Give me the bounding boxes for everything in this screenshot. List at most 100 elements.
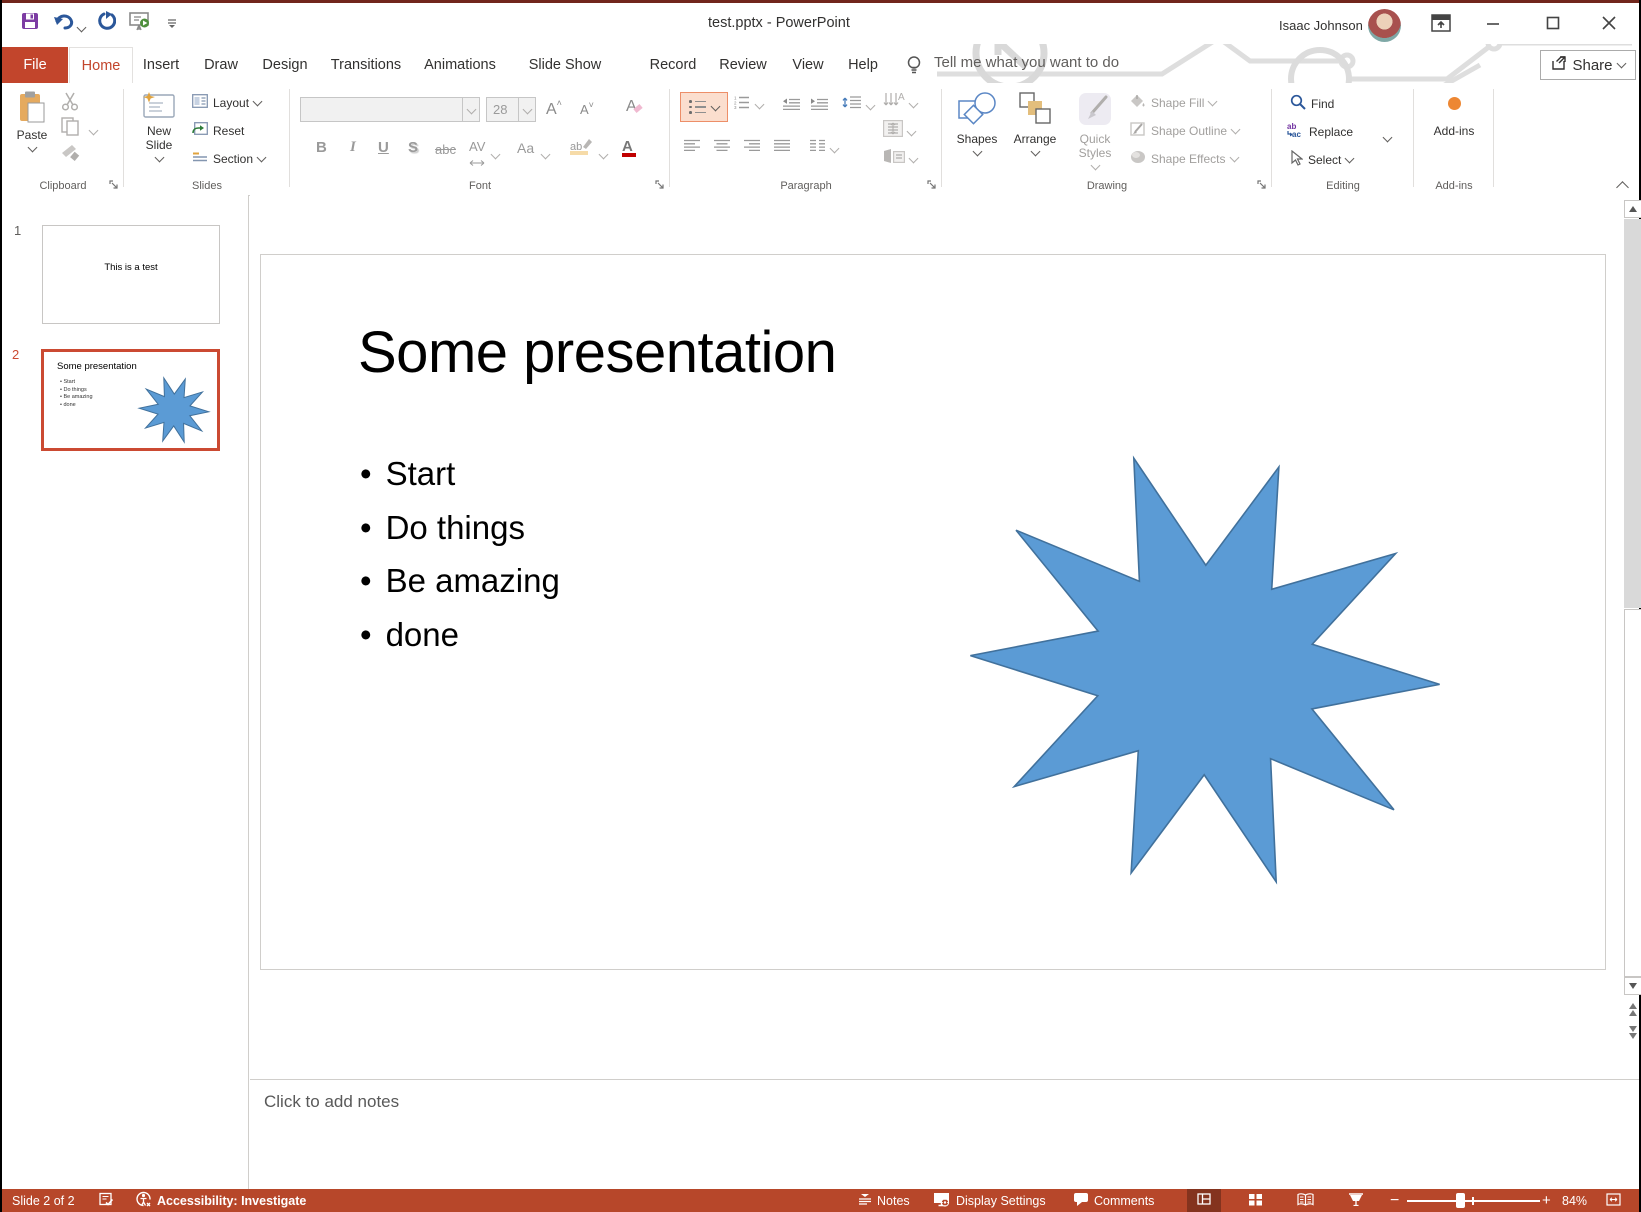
text-shadow-button[interactable]: S	[408, 139, 418, 156]
paragraph-dialog-launcher[interactable]	[926, 179, 938, 191]
select-button[interactable]: Select	[1290, 150, 1353, 169]
tab-home[interactable]: Home	[69, 47, 133, 83]
zoom-in-button[interactable]: +	[1542, 1189, 1551, 1212]
addins-button[interactable]: Add-ins	[1426, 97, 1482, 138]
display-settings-button[interactable]: Display Settings	[933, 1189, 1046, 1212]
notes-pane[interactable]: Click to add notes	[250, 1079, 1639, 1189]
format-painter-button[interactable]	[60, 143, 80, 166]
comments-button[interactable]: Comments	[1073, 1189, 1154, 1212]
tab-design[interactable]: Design	[257, 47, 313, 83]
star-shape[interactable]	[261, 255, 1605, 969]
tab-help[interactable]: Help	[841, 47, 885, 83]
fit-slide-button[interactable]	[1606, 1189, 1621, 1212]
tab-review[interactable]: Review	[715, 47, 771, 83]
strikethrough-button[interactable]: abc	[435, 142, 456, 157]
view-normal-button[interactable]	[1187, 1189, 1221, 1212]
view-slide-sorter-button[interactable]	[1248, 1189, 1263, 1212]
new-slide-button[interactable]: New Slide	[130, 91, 188, 161]
change-case-dropdown[interactable]	[542, 145, 549, 163]
drawing-dialog-launcher[interactable]	[1256, 179, 1268, 191]
justify-button[interactable]	[774, 139, 791, 157]
find-button[interactable]: Find	[1290, 94, 1334, 113]
thumbnail-2[interactable]: Some presentation Start Do things Be ama…	[41, 349, 220, 451]
scrollbar-track[interactable]	[1624, 609, 1641, 977]
notes-toggle-button[interactable]: Notes	[858, 1189, 910, 1212]
reset-button[interactable]: Reset	[192, 122, 244, 139]
undo-button[interactable]	[52, 11, 76, 35]
zoom-out-button[interactable]: −	[1390, 1189, 1399, 1212]
increase-indent-button[interactable]	[810, 97, 829, 115]
replace-button[interactable]: abac Replace	[1286, 122, 1353, 141]
character-spacing-button[interactable]: AV	[469, 139, 485, 169]
close-button[interactable]	[1587, 11, 1631, 39]
slide-canvas[interactable]: Some presentation Start Do things Be ama…	[260, 254, 1606, 970]
align-left-button[interactable]	[684, 139, 701, 157]
align-center-button[interactable]	[714, 139, 731, 157]
minimize-button[interactable]	[1471, 11, 1515, 39]
align-right-button[interactable]	[744, 139, 761, 157]
font-color-button[interactable]: A	[622, 138, 636, 157]
highlight-dropdown[interactable]	[600, 145, 607, 163]
spell-check-button[interactable]	[99, 1189, 114, 1212]
tab-animations[interactable]: Animations	[418, 47, 502, 83]
font-dialog-launcher[interactable]	[654, 179, 666, 191]
tell-me-search[interactable]: Tell me what you want to do	[934, 54, 1119, 71]
quick-styles-button[interactable]: Quick Styles	[1066, 91, 1124, 169]
font-size-combobox[interactable]: 28	[486, 97, 536, 122]
increase-font-size-button[interactable]: A˄	[546, 98, 562, 119]
columns-button[interactable]	[810, 139, 838, 157]
arrange-button[interactable]: Arrange	[1006, 91, 1064, 155]
italic-button[interactable]: I	[350, 139, 356, 156]
scrollbar-thumb[interactable]	[1624, 219, 1641, 608]
line-spacing-button[interactable]	[842, 95, 874, 115]
redo-button[interactable]	[94, 11, 118, 35]
copy-button[interactable]	[60, 116, 80, 141]
customize-qat-button[interactable]	[164, 13, 180, 37]
shape-fill-button[interactable]: Shape Fill	[1130, 94, 1216, 111]
collapse-ribbon-button[interactable]	[1610, 179, 1634, 195]
decrease-indent-button[interactable]	[782, 97, 801, 115]
bold-button[interactable]: B	[316, 139, 327, 156]
underline-button[interactable]: U	[378, 139, 389, 156]
view-reading-button[interactable]	[1297, 1189, 1314, 1212]
tab-slide-show[interactable]: Slide Show	[520, 47, 610, 83]
start-slideshow-button[interactable]	[128, 11, 152, 35]
clipboard-dialog-launcher[interactable]	[108, 179, 120, 191]
maximize-button[interactable]	[1531, 11, 1575, 39]
share-button[interactable]: Share	[1540, 50, 1636, 80]
tab-transitions[interactable]: Transitions	[328, 47, 404, 83]
align-text-button[interactable]	[883, 120, 915, 142]
ribbon-display-options-button[interactable]	[1419, 11, 1463, 39]
view-slideshow-button[interactable]	[1348, 1189, 1364, 1212]
section-button[interactable]: Section	[192, 150, 265, 167]
zoom-level[interactable]: 84%	[1562, 1189, 1587, 1212]
font-name-combobox[interactable]	[300, 97, 480, 122]
paste-button[interactable]: Paste	[10, 91, 54, 151]
tab-view[interactable]: View	[786, 47, 830, 83]
replace-dropdown[interactable]	[1384, 128, 1391, 146]
notes-placeholder[interactable]: Click to add notes	[264, 1092, 399, 1112]
cut-button[interactable]	[60, 91, 80, 116]
change-case-button[interactable]: Aa	[517, 140, 534, 156]
tab-file[interactable]: File	[2, 47, 68, 83]
thumbnail-1[interactable]: This is a test	[42, 225, 220, 324]
layout-button[interactable]: Layout	[192, 94, 261, 111]
shape-outline-button[interactable]: Shape Outline	[1130, 122, 1239, 139]
copy-dropdown[interactable]	[90, 121, 97, 139]
zoom-slider-track[interactable]	[1407, 1200, 1540, 1202]
scrollbar-up-button[interactable]	[1624, 200, 1641, 218]
undo-dropdown[interactable]	[74, 15, 88, 39]
slide-counter[interactable]: Slide 2 of 2	[12, 1189, 75, 1212]
character-spacing-dropdown[interactable]	[492, 145, 499, 163]
convert-smartart-button[interactable]	[883, 148, 917, 169]
font-size-dropdown[interactable]	[518, 98, 535, 121]
previous-slide-button[interactable]	[1624, 999, 1641, 1019]
decrease-font-size-button[interactable]: A˅	[580, 100, 594, 117]
tab-draw[interactable]: Draw	[199, 47, 243, 83]
shapes-button[interactable]: Shapes	[950, 91, 1004, 155]
numbering-button[interactable]: 123	[734, 95, 763, 114]
scrollbar-down-button[interactable]	[1624, 977, 1641, 995]
avatar[interactable]	[1368, 9, 1401, 42]
clear-formatting-button[interactable]: A	[626, 98, 642, 116]
account-user-name[interactable]: Isaac Johnson	[1279, 18, 1363, 33]
